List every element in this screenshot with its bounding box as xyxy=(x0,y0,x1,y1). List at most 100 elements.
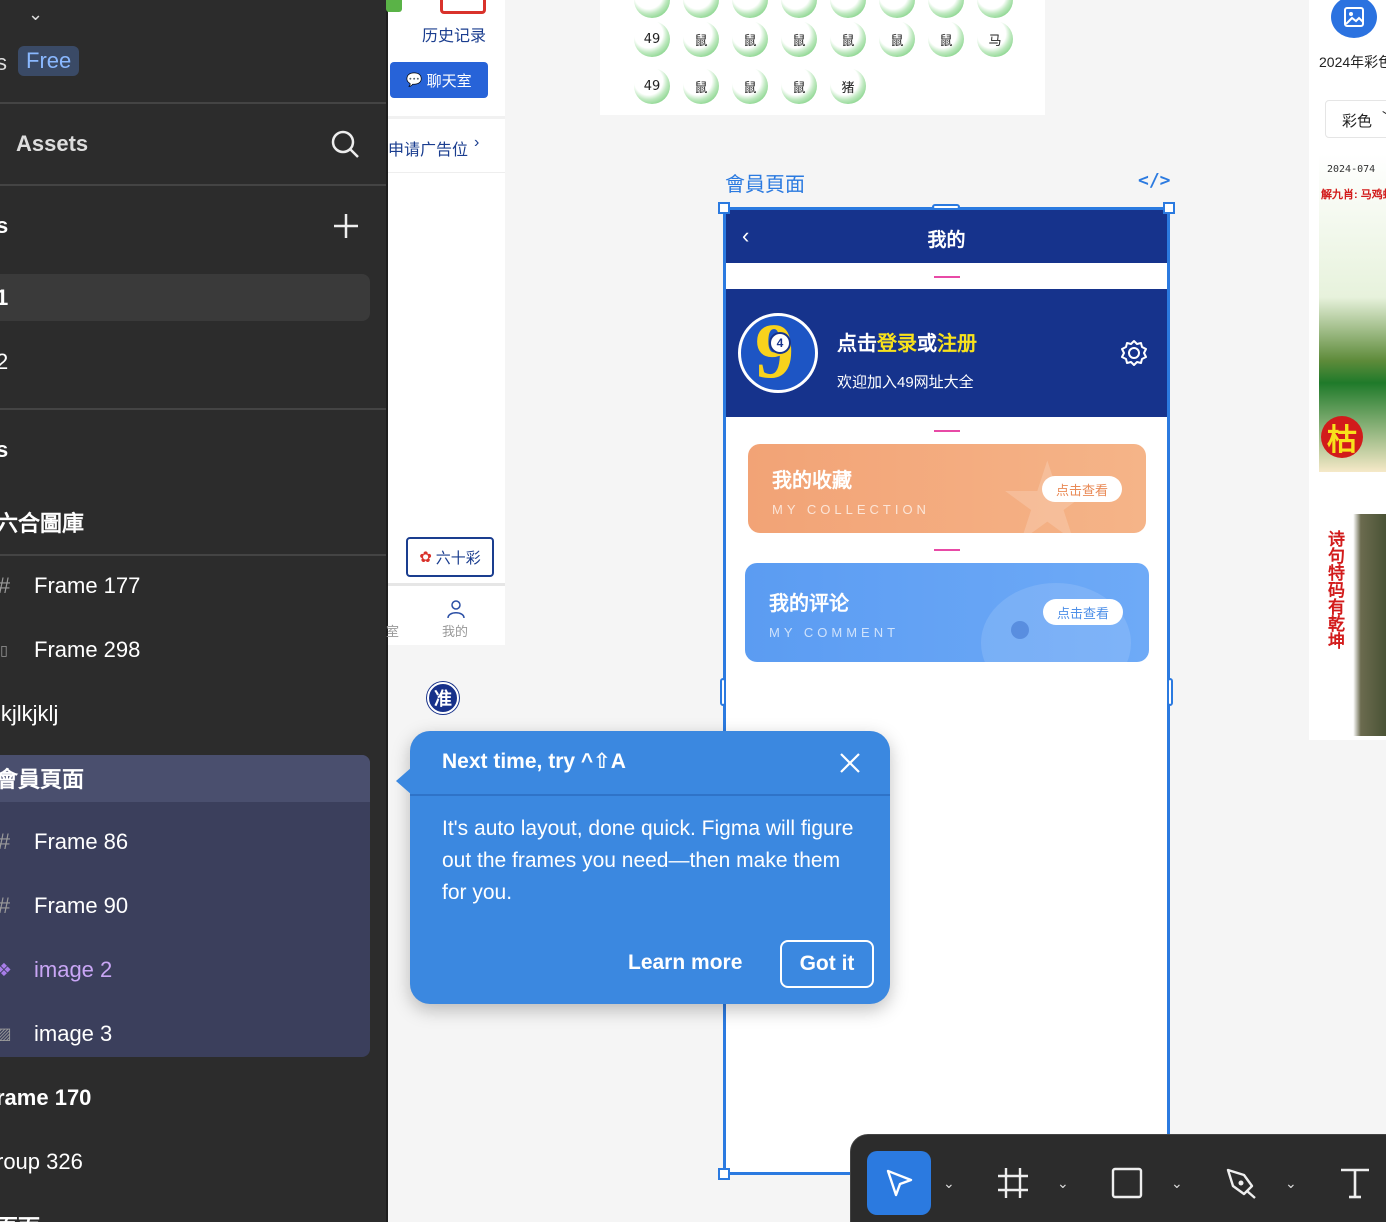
layer-frame-298[interactable]: ▯ Frame 298 xyxy=(0,618,386,682)
history-link[interactable]: 历史记录 xyxy=(422,22,486,46)
pages-header: s xyxy=(0,194,386,258)
ball: 鼠 xyxy=(928,21,964,57)
poster-2[interactable]: 诗句特码有乾坤 xyxy=(1319,514,1386,736)
layer-label: 六合圖庫 xyxy=(0,511,85,536)
login-text[interactable]: 点击登录或注册 xyxy=(837,327,977,356)
picture-icon xyxy=(1344,7,1364,27)
frame-icon: ▯ xyxy=(0,641,8,658)
ball: 猪 xyxy=(830,68,866,104)
logo-ball: 4 xyxy=(769,332,791,354)
plan-badge: Free xyxy=(18,46,80,76)
ball xyxy=(683,0,719,18)
pen-icon xyxy=(1226,1168,1256,1199)
comment-card[interactable]: 我的评论 MY COMMENT 点击查看 xyxy=(745,563,1149,662)
poster-1[interactable]: 2024-074 解九肖: 马鸡蛇鼠 枯 xyxy=(1319,154,1386,472)
resize-handle-left-edge[interactable] xyxy=(720,678,726,706)
layer-label: Frame 177 xyxy=(34,573,141,598)
chatroom-button[interactable]: 💬 聊天室 xyxy=(390,62,488,98)
phone-header: ‹ 我的 xyxy=(726,210,1167,263)
layer-label: rame 170 xyxy=(0,1085,92,1110)
layer-image-2[interactable]: ❖ image 2 xyxy=(0,938,386,1002)
ball xyxy=(879,0,915,18)
login-link[interactable]: 登录 xyxy=(877,333,917,355)
register-link[interactable]: 注册 xyxy=(937,333,977,355)
right-gallery-card[interactable]: 2024年彩色 彩色 ﹀ 2024-074 解九肖: 马鸡蛇鼠 枯 诗句特码有乾… xyxy=(1309,0,1386,740)
frame-tool-button[interactable] xyxy=(981,1151,1045,1215)
ball: 鼠 xyxy=(830,21,866,57)
color-select-value: 彩色 xyxy=(1342,113,1373,130)
ball: 49 xyxy=(634,21,670,57)
settings-icon[interactable] xyxy=(1120,339,1148,367)
divider xyxy=(0,408,386,410)
chevron-down-icon[interactable]: ⌄ xyxy=(943,1175,955,1192)
resize-handle-top-left[interactable] xyxy=(718,202,730,214)
got-it-button[interactable]: Got it xyxy=(780,940,874,988)
layer-label: roup 326 xyxy=(0,1149,83,1174)
chevron-down-icon[interactable]: ⌄ xyxy=(28,4,43,25)
site-logo: 9 4 xyxy=(738,313,818,393)
rectangle-tool-button[interactable] xyxy=(1095,1151,1159,1215)
chevron-down-icon[interactable]: ⌄ xyxy=(1285,1175,1297,1192)
resize-handle-bottom-left[interactable] xyxy=(718,1168,730,1180)
layer-label: lkjlkjklj xyxy=(0,701,59,726)
collection-view-button[interactable]: 点击查看 xyxy=(1042,476,1122,502)
header-title: 我的 xyxy=(927,230,966,251)
chevron-down-icon[interactable]: ⌄ xyxy=(1171,1175,1183,1192)
chevron-down-icon[interactable]: ⌄ xyxy=(1057,1175,1069,1192)
frame-label[interactable]: 會員頁面 xyxy=(725,168,805,197)
tools-toolbar: ⌄ ⌄ ⌄ ⌄ xyxy=(850,1134,1386,1222)
layer-label: 页面 xyxy=(0,1210,40,1222)
move-tool-button[interactable] xyxy=(867,1151,931,1215)
resize-handle-top-edge[interactable] xyxy=(932,204,960,210)
layer-frame-86[interactable]: # Frame 86 xyxy=(0,810,386,874)
tab-mine[interactable]: 我的 xyxy=(442,621,468,640)
divider xyxy=(0,184,386,186)
layer-member-page[interactable]: 會員頁面 xyxy=(0,746,386,810)
page-item-label: 2 xyxy=(0,349,8,375)
layer-page-cut[interactable]: 页面 xyxy=(0,1194,386,1222)
zodiac-balls-card[interactable]: 49 鼠 鼠 鼠 鼠 鼠 鼠 马 49 鼠 鼠 鼠 猪 xyxy=(600,0,1045,115)
comment-view-button[interactable]: 点击查看 xyxy=(1043,599,1123,625)
user-icon xyxy=(447,600,465,619)
zhun-label: 准 xyxy=(434,689,452,709)
search-icon[interactable] xyxy=(330,129,360,159)
layer-label: 會員頁面 xyxy=(0,767,85,792)
apply-ad-link[interactable]: 申请广告位 xyxy=(388,136,468,160)
learn-more-link[interactable]: Learn more xyxy=(628,951,742,975)
image-icon-circle xyxy=(1331,0,1377,38)
frame-icon xyxy=(998,1168,1028,1198)
color-select[interactable]: 彩色 ﹀ xyxy=(1325,100,1386,138)
left-app-card[interactable]: 历史记录 💬 聊天室 申请广告位 › ✿ 六十彩 室 我的 xyxy=(386,0,505,645)
layer-group-liuhe[interactable]: 六合圖庫 xyxy=(0,490,386,554)
layer-group-326[interactable]: roup 326 xyxy=(0,1130,386,1194)
zhun-badge: 准 xyxy=(427,682,459,714)
layer-frame-170[interactable]: rame 170 xyxy=(0,1066,386,1130)
code-icon[interactable]: </> xyxy=(1138,170,1171,191)
tab-label-cut[interactable]: 室 xyxy=(386,621,399,640)
liushi-badge[interactable]: ✿ 六十彩 xyxy=(406,537,494,577)
assets-tab[interactable]: Assets xyxy=(0,112,386,176)
page-cut-letter: s xyxy=(0,50,7,76)
text-tool-button[interactable] xyxy=(1323,1151,1386,1215)
layer-frame-90[interactable]: # Frame 90 xyxy=(0,874,386,938)
pen-tool-button[interactable] xyxy=(1209,1151,1273,1215)
page-item-1[interactable]: 1 xyxy=(0,266,386,330)
add-page-icon[interactable] xyxy=(332,212,360,240)
layer-label: Frame 298 xyxy=(34,637,141,662)
card-divider xyxy=(388,116,505,119)
resize-handle-right-edge[interactable] xyxy=(1167,678,1173,706)
spacing-marker xyxy=(934,549,960,551)
resize-handle-top-right[interactable] xyxy=(1163,202,1175,214)
close-icon[interactable] xyxy=(838,751,862,775)
pages-label-cut: s xyxy=(0,213,8,239)
member-page-frame[interactable]: ‹ 我的 9 4 点击登录或注册 欢迎加入49网址大全 ★ 我的收藏 MY CO… xyxy=(723,207,1170,1175)
layer-frame-177[interactable]: # Frame 177 xyxy=(0,554,386,618)
ball: 49 xyxy=(634,68,670,104)
layer-lkj[interactable]: lkjlkjklj xyxy=(0,682,386,746)
layer-image-3[interactable]: ▨ image 3 xyxy=(0,1002,386,1066)
collection-subtitle: MY COLLECTION xyxy=(772,502,930,517)
page-item-2[interactable]: 2 xyxy=(0,330,386,394)
frame-icon: # xyxy=(0,829,16,854)
collection-card[interactable]: ★ 我的收藏 MY COLLECTION 点击查看 xyxy=(748,444,1146,533)
login-banner[interactable]: 9 4 点击登录或注册 欢迎加入49网址大全 xyxy=(726,289,1167,417)
